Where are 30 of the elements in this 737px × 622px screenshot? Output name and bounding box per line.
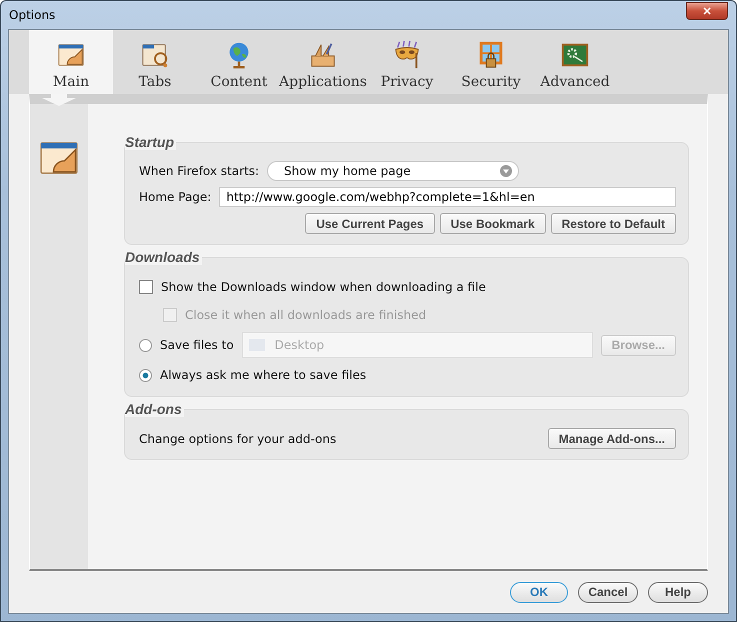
pane-tab[interactable]: Security <box>449 30 533 94</box>
startup-dropdown[interactable]: Show my home page <box>267 161 520 181</box>
startup-button[interactable]: Restore to Default <box>550 213 676 234</box>
dialog-button[interactable]: Cancel <box>578 582 638 602</box>
startup-button[interactable]: Use Bookmark <box>440 213 546 234</box>
pane-tab[interactable]: Tabs <box>113 30 197 94</box>
startup-button[interactable]: Use Current Pages <box>305 213 435 234</box>
radio-label: Save files to <box>160 338 234 352</box>
group-title: Startup <box>125 134 176 150</box>
pane-tab[interactable]: Privacy <box>365 30 449 94</box>
addons-text: Change options for your add-ons <box>139 432 336 446</box>
radio-button[interactable] <box>139 368 152 382</box>
checkbox[interactable] <box>139 280 153 294</box>
radio-label: Always ask me where to save files <box>160 368 366 382</box>
dropdown-icon <box>500 165 512 177</box>
home-page-field[interactable]: http://www.google.com/webhp?complete=1&hl=en <box>219 187 676 207</box>
checkbox-label: Close it when all downloads are finished <box>185 308 426 322</box>
group-title: Downloads <box>125 249 202 265</box>
window-title: Options <box>9 8 56 22</box>
pane-tab[interactable]: Main <box>29 30 113 94</box>
dialog-button[interactable]: Help <box>648 582 708 602</box>
checkbox-label: Show the Downloads window when downloading a file <box>161 280 486 294</box>
pane-tab[interactable]: Advanced <box>533 30 617 94</box>
close-button[interactable]: ✕ <box>686 2 728 20</box>
group-title: Add-ons <box>125 401 184 417</box>
field-label: Home Page: <box>139 190 212 204</box>
pane-tab[interactable]: Applications <box>281 30 365 94</box>
manage-addons-button[interactable]: Manage Add-ons... <box>548 428 676 449</box>
dialog-button[interactable]: OK <box>510 582 568 602</box>
field-label: When Firefox starts: <box>139 164 260 178</box>
